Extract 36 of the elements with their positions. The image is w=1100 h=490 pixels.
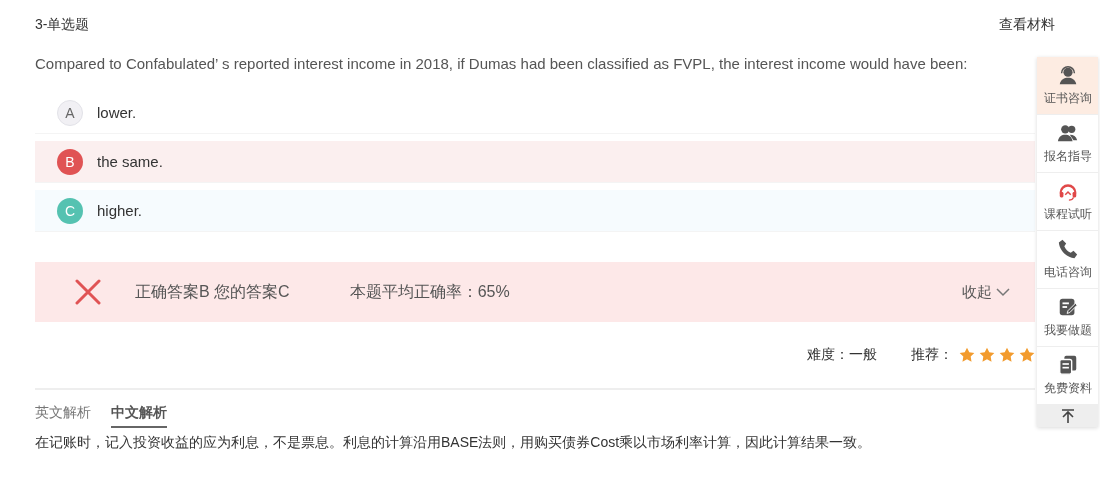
material-link[interactable]: 查看材料	[999, 16, 1055, 34]
sidebar-item[interactable]: 我要做题	[1037, 289, 1098, 347]
recommend-label: 推荐：	[911, 346, 953, 364]
option-text: lower.	[97, 104, 137, 121]
question-text: Compared to Confabulated’ s reported interest income in 2018, if Dumas had been classified as FVPL, the interest income would have been:	[35, 55, 969, 72]
answer-option[interactable]: B the same.	[35, 141, 1035, 183]
sidebar-item[interactable]: 免费资料	[1037, 347, 1098, 405]
star-icon	[979, 347, 995, 363]
option-letter: B	[57, 148, 83, 175]
option-text: higher.	[97, 202, 143, 219]
question-type: 3-单选题	[35, 16, 90, 34]
analysis-tab[interactable]: 英文解析	[35, 404, 91, 428]
collapse-button[interactable]: 收起	[962, 282, 1010, 302]
star-icon	[959, 347, 975, 363]
difficulty-label: 难度：一般	[807, 346, 877, 364]
sidebar-item[interactable]: 证书咨询	[1037, 57, 1098, 115]
average-accuracy: 本题平均正确率：65%	[349, 281, 510, 302]
answer-option[interactable]: A lower.	[35, 92, 1035, 134]
sidebar-item[interactable]: 电话咨询	[1037, 231, 1098, 289]
phone-icon	[1056, 238, 1079, 260]
star-icon	[999, 347, 1015, 363]
sidebar-item[interactable]: 课程试听	[1037, 173, 1098, 231]
explanation-text: 在记账时，记入投资收益的应为利息，不是票息。利息的计算沿用BASE法则，用购买债券Cost乘以市场利率计算，因此计算结果一致。	[35, 434, 873, 452]
sidebar-item[interactable]: 报名指导	[1037, 115, 1098, 173]
analysis-tab[interactable]: 中文解析	[111, 404, 167, 428]
people-icon	[1056, 122, 1079, 144]
back-to-top-button[interactable]	[1037, 405, 1098, 427]
cross-icon	[75, 279, 101, 305]
option-letter: A	[57, 99, 83, 126]
star-icon	[1019, 347, 1035, 363]
chevron-down-icon	[996, 287, 1010, 297]
option-text: the same.	[97, 153, 163, 170]
answer-summary: 正确答案B 您的答案C	[135, 281, 290, 302]
answer-option[interactable]: C higher.	[35, 190, 1035, 232]
arrow-up-icon	[1059, 408, 1076, 424]
option-letter: C	[57, 197, 83, 224]
